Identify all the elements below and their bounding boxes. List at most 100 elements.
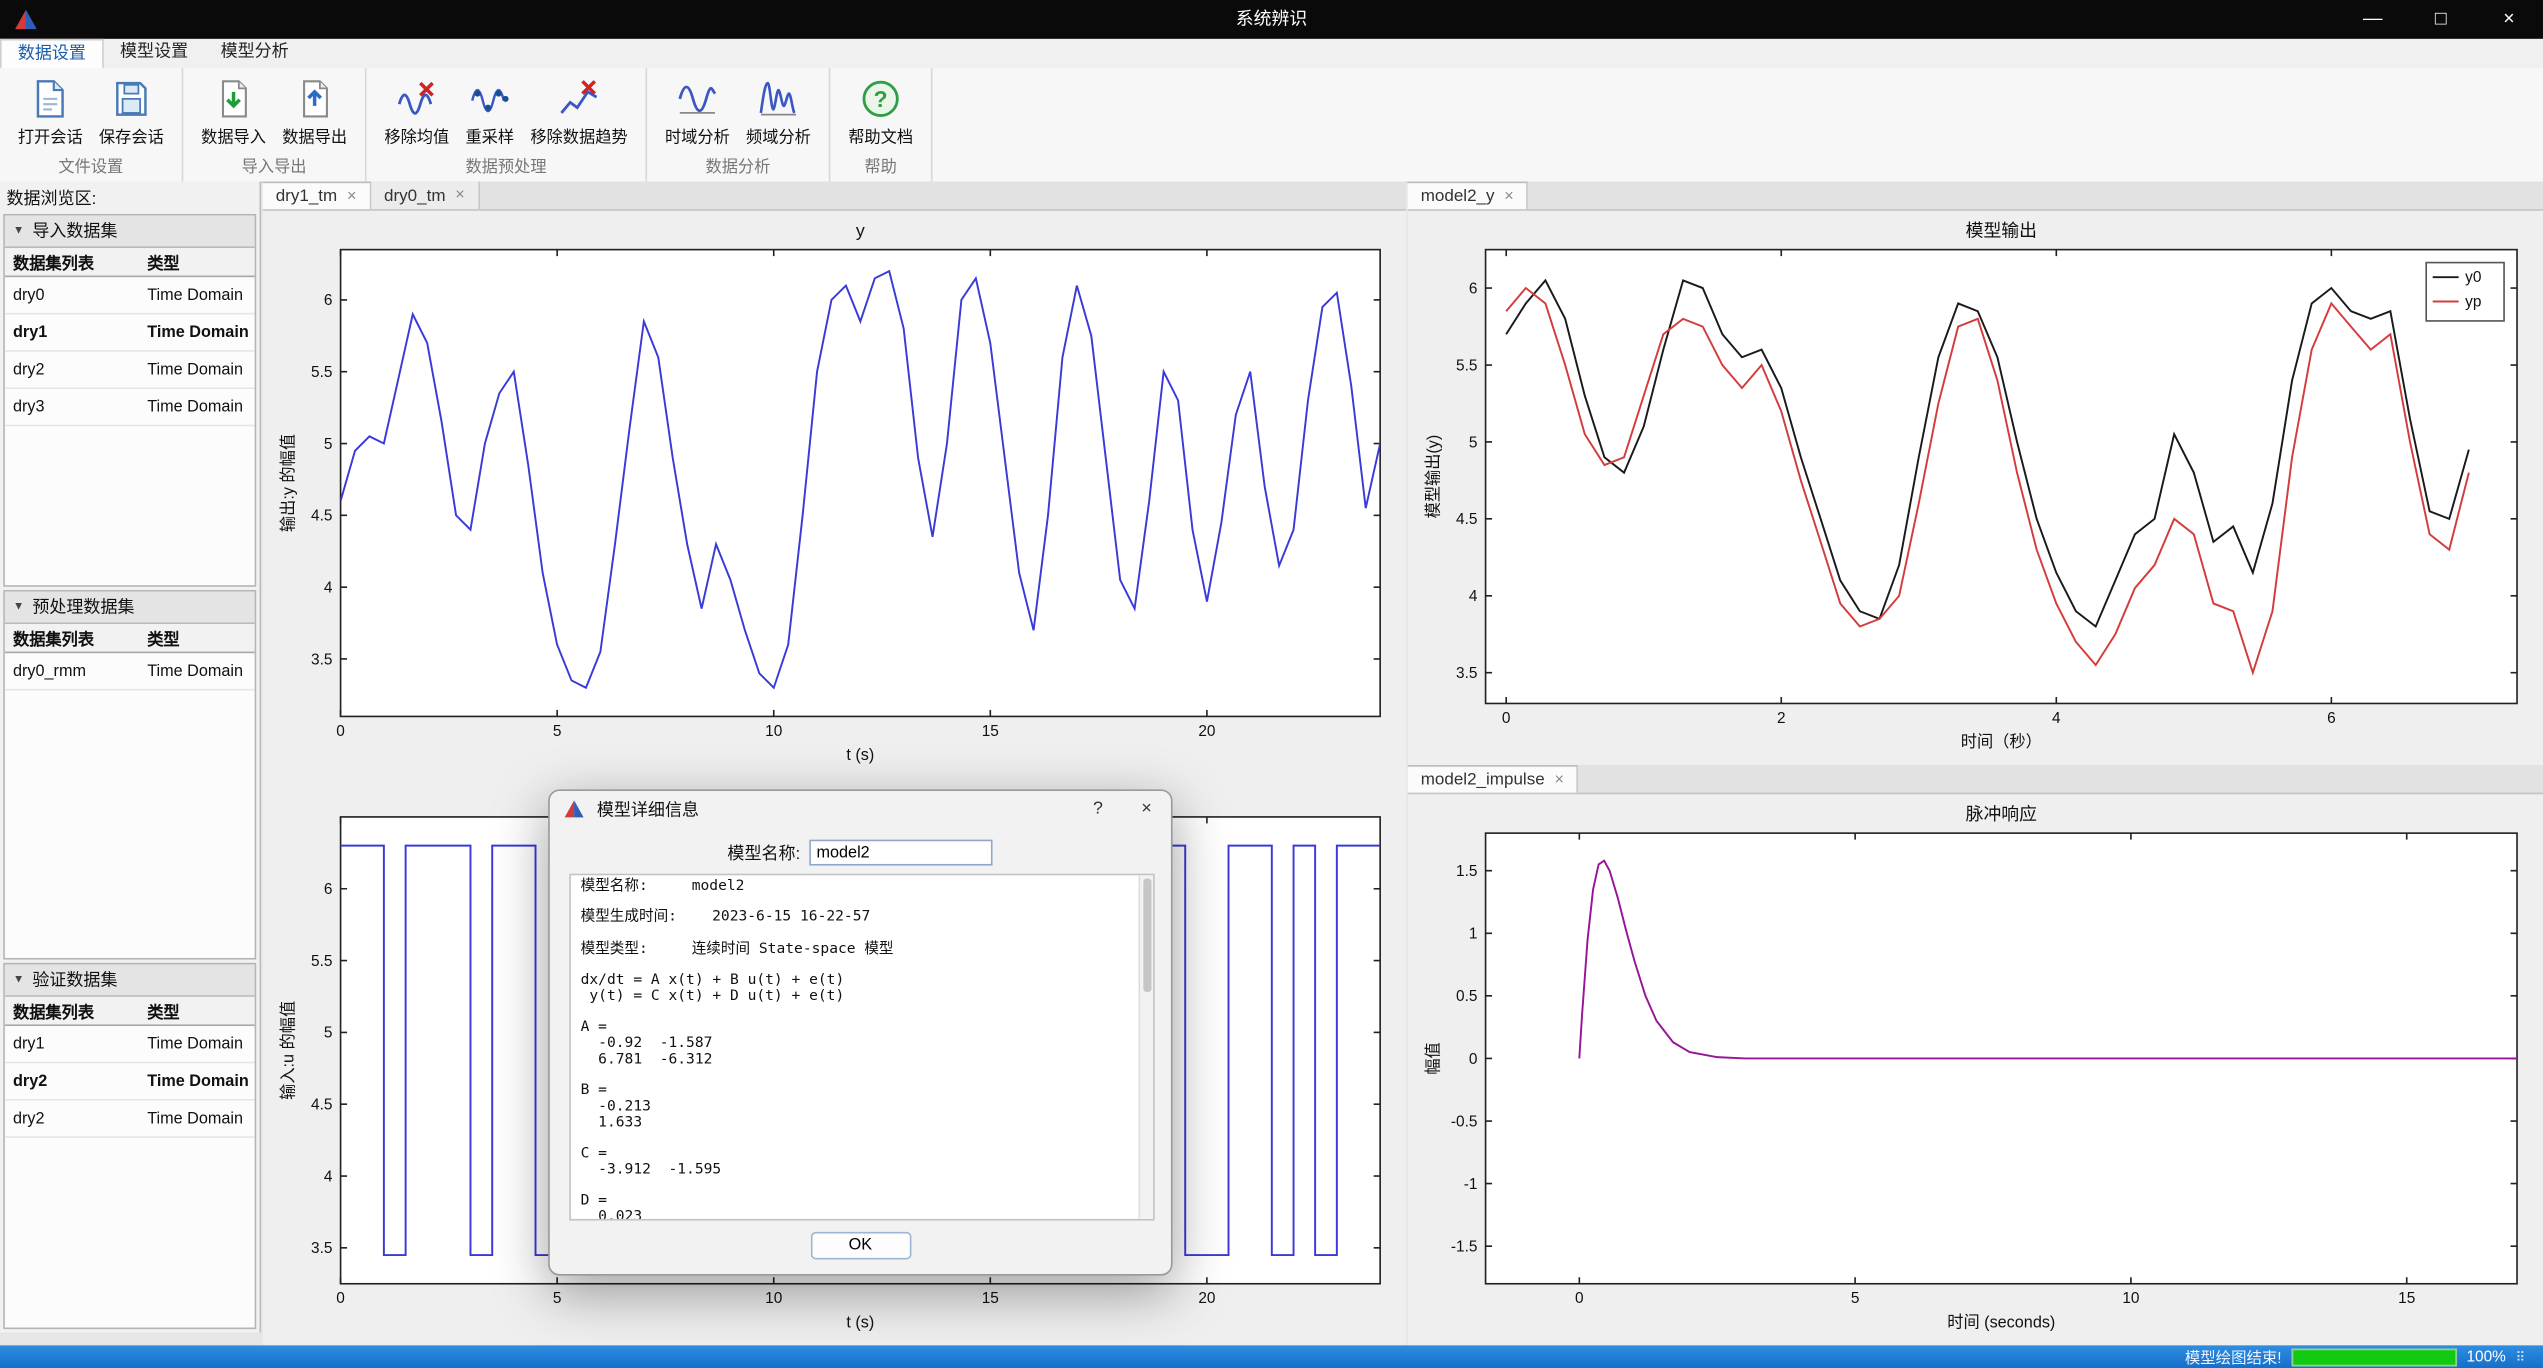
model-info-textarea[interactable]: 模型名称: model2 模型生成时间: 2023-6-15 16-22-57 …	[569, 874, 1154, 1221]
svg-text:t (s): t (s)	[846, 1314, 874, 1332]
section-header-validation[interactable]: ▼ 验证数据集	[5, 964, 255, 996]
svg-text:6: 6	[324, 292, 333, 309]
tab-model2_y[interactable]: model2_y ×	[1408, 182, 1529, 210]
data-export-button[interactable]: 数据导出	[274, 71, 355, 150]
remove-trend-icon	[558, 78, 600, 120]
svg-text:脉冲响应: 脉冲响应	[1966, 804, 2038, 824]
close-icon[interactable]: ×	[2475, 0, 2543, 39]
status-message: 模型绘图结束!	[2185, 1345, 2282, 1368]
svg-text:15: 15	[2398, 1290, 2415, 1307]
svg-text:-1: -1	[1464, 1176, 1478, 1193]
save-session-icon	[110, 78, 152, 120]
dataset-row-dry2[interactable]: dry2Time Domain	[5, 352, 255, 389]
menu-tab-model-settings[interactable]: 模型设置	[104, 39, 205, 68]
dialog-close-icon[interactable]: ×	[1122, 791, 1171, 827]
time-analysis-button[interactable]: 时域分析	[657, 71, 738, 150]
resize-grip-icon[interactable]: ⠿	[2516, 1349, 2524, 1364]
minimize-icon[interactable]: —	[2339, 0, 2407, 39]
svg-text:6: 6	[2327, 710, 2336, 727]
section-header-preprocessed[interactable]: ▼ 预处理数据集	[5, 592, 255, 624]
dataset-row-dry2-val2[interactable]: dry2Time Domain	[5, 1101, 255, 1138]
data-browser-panel: 数据浏览区: ▼ 导入数据集 数据集列表类型 dry0Time Domain d…	[0, 182, 261, 1333]
svg-text:20: 20	[1198, 1290, 1215, 1307]
tab-model2_impulse[interactable]: model2_impulse ×	[1408, 765, 1579, 793]
tab-close-icon[interactable]: ×	[347, 187, 356, 205]
svg-text:3.5: 3.5	[1456, 665, 1477, 682]
save-session-button[interactable]: 保存会话	[91, 71, 172, 150]
svg-text:15: 15	[982, 1290, 999, 1307]
svg-text:5: 5	[553, 723, 562, 740]
data-import-button[interactable]: 数据导入	[193, 71, 274, 150]
toolbar: 打开会话 保存会话 文件设置 数据导入 数据导出 导入导出	[0, 68, 2543, 183]
menu-tab-data-settings[interactable]: 数据设置	[0, 39, 104, 68]
menu-tab-model-analysis[interactable]: 模型分析	[204, 39, 305, 68]
svg-text:4: 4	[2052, 710, 2061, 727]
ok-button[interactable]: OK	[810, 1232, 911, 1260]
dataset-row-dry1[interactable]: dry1Time Domain	[5, 314, 255, 351]
remove-trend-button[interactable]: 移除数据趋势	[522, 71, 636, 150]
table-header: 数据集列表类型	[5, 624, 255, 653]
table-header: 数据集列表类型	[5, 997, 255, 1026]
open-session-icon	[29, 78, 71, 120]
toolbar-group-label: 帮助	[840, 151, 921, 182]
dialog-title-bar[interactable]: 模型详细信息 ? ×	[550, 791, 1171, 827]
dataset-row-dry0_rmm[interactable]: dry0_rmmTime Domain	[5, 653, 255, 690]
status-bar: 模型绘图结束! 100% ⠿	[0, 1345, 2543, 1368]
svg-text:6: 6	[1469, 280, 1478, 297]
tab-dry0_tm[interactable]: dry0_tm ×	[371, 182, 479, 210]
help-doc-button[interactable]: ? 帮助文档	[840, 71, 921, 150]
section-header-imported[interactable]: ▼ 导入数据集	[5, 216, 255, 248]
svg-text:2: 2	[1777, 710, 1786, 727]
tab-dry1_tm[interactable]: dry1_tm ×	[263, 182, 371, 210]
scrollbar[interactable]	[1139, 875, 1154, 1219]
chart-impulse-response: 051015-1.5-1-0.500.511.5脉冲响应时间 (seconds)…	[1414, 797, 2536, 1342]
center-tab-bar: dry1_tm × dry0_tm ×	[263, 182, 1406, 211]
scrollbar-thumb[interactable]	[1143, 879, 1151, 992]
freq-analysis-button[interactable]: 频域分析	[738, 71, 819, 150]
svg-text:时间（秒）: 时间（秒）	[1961, 733, 2042, 751]
svg-text:5.5: 5.5	[1456, 357, 1477, 374]
model-name-row: 模型名称:	[550, 838, 1171, 867]
svg-text:y0: y0	[2465, 269, 2481, 286]
chart-model-output: 02463.544.555.56模型输出时间（秒）模型输出(y)y0yp	[1414, 214, 2536, 762]
svg-text:15: 15	[982, 723, 999, 740]
toolbar-group-label: 数据分析	[657, 151, 819, 182]
svg-text:模型输出: 模型输出	[1966, 221, 2037, 241]
svg-text:y: y	[856, 221, 865, 241]
svg-text:模型输出(y): 模型输出(y)	[1425, 435, 1443, 519]
dataset-row-dry2-val[interactable]: dry2Time Domain	[5, 1063, 255, 1100]
tab-close-icon[interactable]: ×	[455, 186, 464, 204]
right-panel: model2_y × 02463.544.555.56模型输出时间（秒）模型输出…	[1408, 182, 2543, 1346]
tab-close-icon[interactable]: ×	[1554, 771, 1563, 789]
dialog-help-icon[interactable]: ?	[1074, 791, 1123, 827]
dataset-row-dry3[interactable]: dry3Time Domain	[5, 389, 255, 426]
model-name-input[interactable]	[810, 840, 993, 866]
svg-text:6: 6	[324, 881, 333, 898]
svg-text:输入:u 的幅值: 输入:u 的幅值	[280, 1001, 298, 1100]
title-bar: 系统辨识 — □ ×	[0, 0, 2543, 39]
dataset-row-dry0[interactable]: dry0Time Domain	[5, 277, 255, 314]
tab-close-icon[interactable]: ×	[1504, 187, 1513, 205]
model-info-dialog: 模型详细信息 ? × 模型名称: 模型名称: model2 模型生成时间: 20…	[548, 789, 1172, 1275]
app-logo-icon	[563, 797, 586, 820]
remove-mean-button[interactable]: 移除均值	[376, 71, 457, 150]
menu-bar: 数据设置 模型设置 模型分析	[0, 39, 2543, 70]
model-name-label: 模型名称:	[727, 840, 800, 864]
maximize-icon[interactable]: □	[2407, 0, 2475, 39]
svg-text:10: 10	[765, 1290, 782, 1307]
toolbar-group-file: 打开会话 保存会话 文件设置	[0, 68, 183, 181]
svg-text:5: 5	[1469, 434, 1478, 451]
svg-text:4.5: 4.5	[311, 508, 332, 525]
section-imported-datasets: ▼ 导入数据集 数据集列表类型 dry0Time Domain dry1Time…	[3, 214, 256, 587]
toolbar-group-label: 文件设置	[10, 151, 172, 182]
resample-button[interactable]: 重采样	[457, 71, 522, 150]
svg-text:时间 (seconds): 时间 (seconds)	[1947, 1314, 2055, 1332]
svg-text:0.5: 0.5	[1456, 988, 1477, 1005]
svg-text:5: 5	[1851, 1290, 1860, 1307]
open-session-button[interactable]: 打开会话	[10, 71, 91, 150]
svg-text:4.5: 4.5	[311, 1097, 332, 1114]
toolbar-group-help: ? 帮助文档 帮助	[830, 68, 932, 181]
progress-percent: 100%	[2466, 1348, 2505, 1366]
dataset-row-dry1-val[interactable]: dry1Time Domain	[5, 1026, 255, 1063]
svg-text:4: 4	[324, 1168, 333, 1185]
